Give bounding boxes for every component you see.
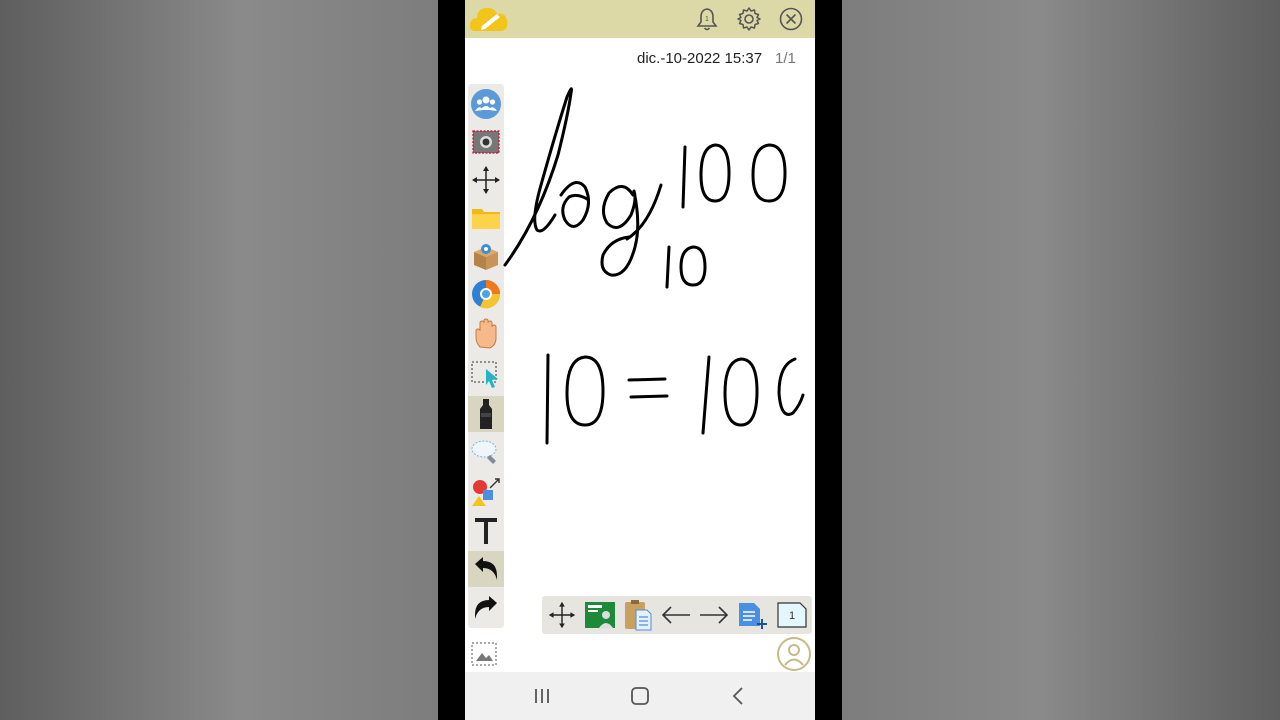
package-tool[interactable] (468, 238, 504, 274)
next-page-button[interactable] (696, 598, 732, 632)
select-tool[interactable] (468, 356, 504, 392)
app-screen: 1 dic.-10-2022 15:37 1/1 1 (465, 0, 815, 720)
handwritten-strokes (503, 87, 805, 445)
back-button[interactable] (723, 684, 753, 708)
add-page-button[interactable] (734, 598, 770, 632)
image-gallery-icon[interactable] (470, 640, 498, 668)
close-circle-icon[interactable] (778, 6, 804, 32)
page-thumbnail-icon: 1 (777, 602, 807, 628)
folder-icon (472, 209, 500, 229)
svg-text:1: 1 (705, 16, 709, 23)
marker-pen-icon (480, 399, 492, 429)
left-toolbar (468, 84, 504, 628)
background-blur-left (0, 0, 438, 720)
redo-tool[interactable] (468, 590, 504, 626)
clipboard-document-button[interactable] (620, 598, 656, 632)
user-profile-icon[interactable] (776, 636, 812, 672)
back-chevron-icon (732, 687, 743, 705)
page-toolbar: 1 (542, 596, 812, 634)
add-page-icon (739, 603, 767, 629)
whiteboard-presenter-icon (585, 602, 615, 628)
top-bar: 1 (465, 0, 815, 38)
browser-tool[interactable] (468, 276, 504, 312)
package-box-icon (474, 244, 498, 270)
whiteboard-canvas[interactable] (503, 75, 815, 595)
hand-pan-icon (475, 318, 497, 349)
board-presenter-button[interactable] (582, 598, 618, 632)
arrow-left-icon (661, 606, 690, 624)
home-button[interactable] (625, 684, 655, 708)
undo-icon (475, 557, 497, 580)
select-cursor-icon (471, 361, 498, 388)
shapes-icon (472, 478, 500, 506)
recent-apps-button[interactable] (527, 684, 557, 708)
group-icon (471, 89, 501, 119)
app-logo-pencil-cloud-icon[interactable] (469, 3, 509, 35)
eraser-tool[interactable] (468, 434, 504, 470)
arrow-right-icon (700, 606, 729, 624)
undo-tool[interactable] (468, 551, 504, 587)
text-tool-icon (475, 518, 497, 544)
camera-capture-icon (472, 130, 500, 154)
folder-tool[interactable] (468, 200, 504, 236)
phone-frame: 1 dic.-10-2022 15:37 1/1 1 (438, 0, 842, 720)
group-tool[interactable] (468, 86, 504, 122)
recent-apps-icon (535, 689, 549, 703)
move-tool[interactable] (468, 162, 504, 198)
browser-icon (472, 280, 501, 309)
background-blur-right (842, 0, 1280, 720)
screen-capture-tool[interactable] (468, 124, 504, 160)
system-navigation-bar (465, 672, 815, 720)
home-icon (631, 687, 649, 705)
marker-tool[interactable] (468, 396, 504, 432)
previous-page-button[interactable] (658, 598, 694, 632)
eraser-icon (471, 440, 497, 464)
session-datetime: dic.-10-2022 15:37 (637, 50, 763, 67)
clipboard-doc-icon (625, 600, 652, 631)
shapes-tool[interactable] (468, 474, 504, 510)
page-thumbnail-button[interactable]: 1 (774, 598, 810, 632)
page-move-button[interactable] (544, 598, 580, 632)
pan-tool[interactable] (468, 316, 504, 352)
svg-text:1: 1 (789, 610, 795, 622)
move-arrows-icon (548, 601, 576, 629)
move-arrows-icon (472, 166, 500, 194)
bell-notification-icon[interactable]: 1 (694, 6, 720, 32)
settings-gear-icon[interactable] (736, 6, 762, 32)
page-indicator: 1/1 (775, 50, 796, 67)
text-tool[interactable] (468, 512, 504, 548)
redo-icon (475, 596, 497, 619)
